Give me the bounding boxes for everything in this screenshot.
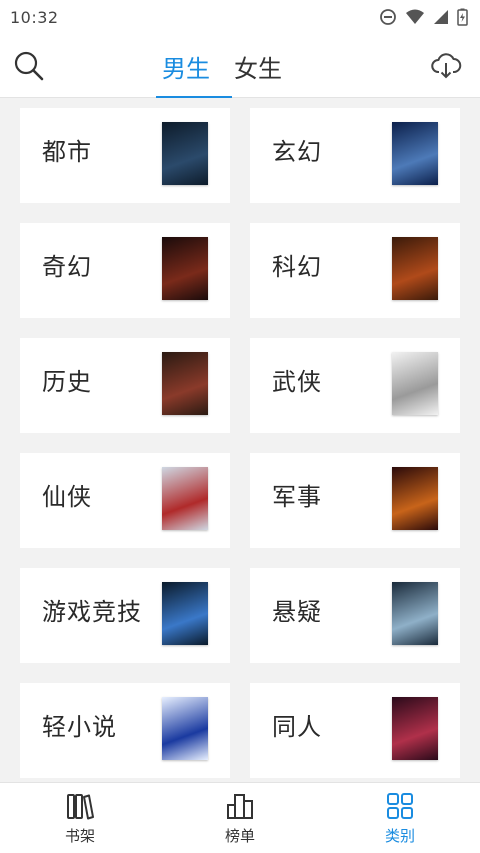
category-label: 都市 (42, 138, 92, 166)
category-card[interactable]: 悬疑 (250, 568, 460, 663)
do-not-disturb-icon (380, 9, 396, 25)
nav-category[interactable]: 类别 (320, 783, 480, 853)
category-label: 武侠 (272, 368, 322, 396)
book-cover-image (162, 697, 208, 760)
download-button[interactable] (430, 50, 462, 82)
category-card[interactable]: 科幻 (250, 223, 460, 318)
category-card[interactable]: 军事 (250, 453, 460, 548)
category-label: 同人 (272, 713, 322, 741)
category-label: 军事 (272, 483, 322, 511)
category-label: 历史 (42, 368, 92, 396)
category-card[interactable]: 仙侠 (20, 453, 230, 548)
category-card[interactable]: 历史 (20, 338, 230, 433)
book-cover-image (392, 582, 438, 645)
search-button[interactable] (12, 49, 46, 83)
book-cover-image (162, 467, 208, 530)
bookshelf-icon (67, 793, 94, 819)
nav-bookshelf[interactable]: 书架 (0, 783, 160, 853)
category-label: 玄幻 (272, 138, 322, 166)
nav-category-label: 类别 (384, 826, 415, 845)
status-bar: 10:32 (0, 0, 480, 34)
category-card[interactable]: 奇幻 (20, 223, 230, 318)
cloud-download-icon (431, 53, 462, 79)
category-label: 科幻 (272, 253, 322, 281)
category-grid: 都市 玄幻奇幻 科幻历史 武侠仙侠 军事游戏竞技 悬疑轻小说 同人 (20, 108, 460, 778)
book-cover-image (162, 352, 208, 415)
status-icons (379, 8, 468, 26)
book-cover-image (392, 122, 438, 185)
search-icon (14, 51, 44, 81)
bottom-nav: 书架 榜单 类别 (0, 782, 480, 853)
battery-icon (457, 8, 468, 26)
wifi-icon (406, 9, 424, 24)
category-icon (387, 792, 413, 819)
category-label: 悬疑 (272, 598, 322, 626)
signal-icon (434, 10, 448, 24)
nav-bookshelf-label: 书架 (64, 826, 95, 845)
category-card[interactable]: 游戏竞技 (20, 568, 230, 663)
category-card[interactable]: 都市 (20, 108, 230, 203)
book-cover-image (392, 352, 438, 415)
book-cover-image (162, 237, 208, 300)
category-card[interactable]: 轻小说 (20, 683, 230, 778)
nav-ranking[interactable]: 榜单 (160, 783, 320, 853)
category-label: 游戏竞技 (42, 598, 142, 626)
app-bar: 男生 女生 (0, 34, 480, 98)
category-label: 轻小说 (42, 713, 117, 741)
category-label: 奇幻 (42, 253, 92, 281)
book-cover-image (392, 237, 438, 300)
book-cover-image (392, 467, 438, 530)
book-cover-image (392, 697, 438, 760)
nav-ranking-label: 榜单 (224, 826, 255, 845)
status-time: 10:32 (10, 7, 59, 27)
book-cover-image (162, 582, 208, 645)
book-cover-image (162, 122, 208, 185)
category-card[interactable]: 武侠 (250, 338, 460, 433)
category-card[interactable]: 玄幻 (250, 108, 460, 203)
category-label: 仙侠 (42, 483, 92, 511)
category-card[interactable]: 同人 (250, 683, 460, 778)
ranking-icon (227, 793, 253, 819)
gender-tabs: 男生 女生 (150, 34, 294, 98)
tab-female[interactable]: 女生 (222, 34, 294, 98)
tab-male[interactable]: 男生 (150, 34, 232, 98)
